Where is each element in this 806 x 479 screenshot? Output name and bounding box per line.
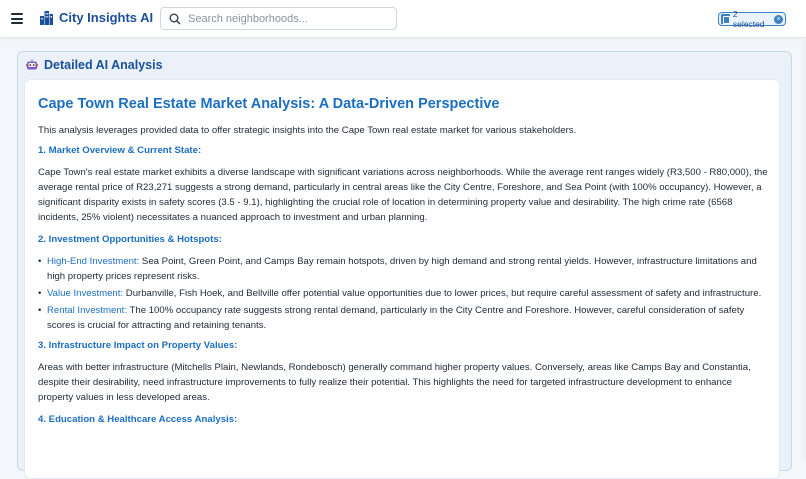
list-item: Rental Investment: The 100% occupancy ra… <box>38 303 768 333</box>
brand[interactable]: City Insights AI <box>40 10 153 25</box>
list-item: High-End Investment: Sea Point, Green Po… <box>38 254 768 284</box>
app-title: City Insights AI <box>59 10 154 25</box>
list-item-text: Durbanville, Fish Hoek, and Bellville of… <box>123 288 762 299</box>
list-item-term: Value Investment: <box>47 288 124 299</box>
list-item: Value Investment: Durbanville, Fish Hoek… <box>38 286 768 301</box>
analysis-panel: Detailed AI Analysis Cape Town Real Esta… <box>17 51 792 479</box>
section-3-heading: 3. Infrastructure Impact on Property Val… <box>38 340 238 351</box>
selection-chip[interactable]: 2 selected × <box>718 9 786 29</box>
report-content: Cape Town Real Estate Market Analysis: A… <box>38 96 768 434</box>
investment-list: High-End Investment: Sea Point, Green Po… <box>38 254 768 333</box>
selection-count: 2 selected <box>732 9 765 29</box>
search-box[interactable] <box>160 7 397 30</box>
report-card: Cape Town Real Estate Market Analysis: A… <box>24 79 780 479</box>
menu-icon[interactable] <box>11 13 23 24</box>
section-3-body: Areas with better infrastructure (Mitche… <box>38 362 751 403</box>
section-4-heading: 4. Education & Healthcare Access Analysi… <box>38 414 238 425</box>
section-title: Detailed AI Analysis <box>44 58 163 72</box>
section-2-heading: 2. Investment Opportunities & Hotspots: <box>38 234 222 245</box>
section-header: Detailed AI Analysis <box>26 58 163 72</box>
section-1-body: Cape Town's real estate market exhibits … <box>38 167 768 223</box>
list-item-text: Sea Point, Green Point, and Camps Bay re… <box>47 256 757 282</box>
section-1-heading: 1. Market Overview & Current State: <box>38 145 202 156</box>
page-scrollbar[interactable] <box>802 38 806 460</box>
selection-icon <box>721 14 730 24</box>
close-icon[interactable]: × <box>774 14 783 24</box>
city-icon <box>40 10 53 25</box>
list-item-text: The 100% occupancy rate suggests strong … <box>47 305 745 331</box>
search-icon <box>169 13 181 25</box>
report-intro: This analysis leverages provided data to… <box>38 125 577 136</box>
report-title: Cape Town Real Estate Market Analysis: A… <box>38 96 500 112</box>
list-item-term: High-End Investment: <box>47 256 140 267</box>
robot-icon <box>26 59 38 70</box>
list-item-term: Rental Investment: <box>47 305 127 316</box>
top-bar: City Insights AI 2 selected × <box>0 0 806 38</box>
search-input[interactable] <box>188 12 388 25</box>
